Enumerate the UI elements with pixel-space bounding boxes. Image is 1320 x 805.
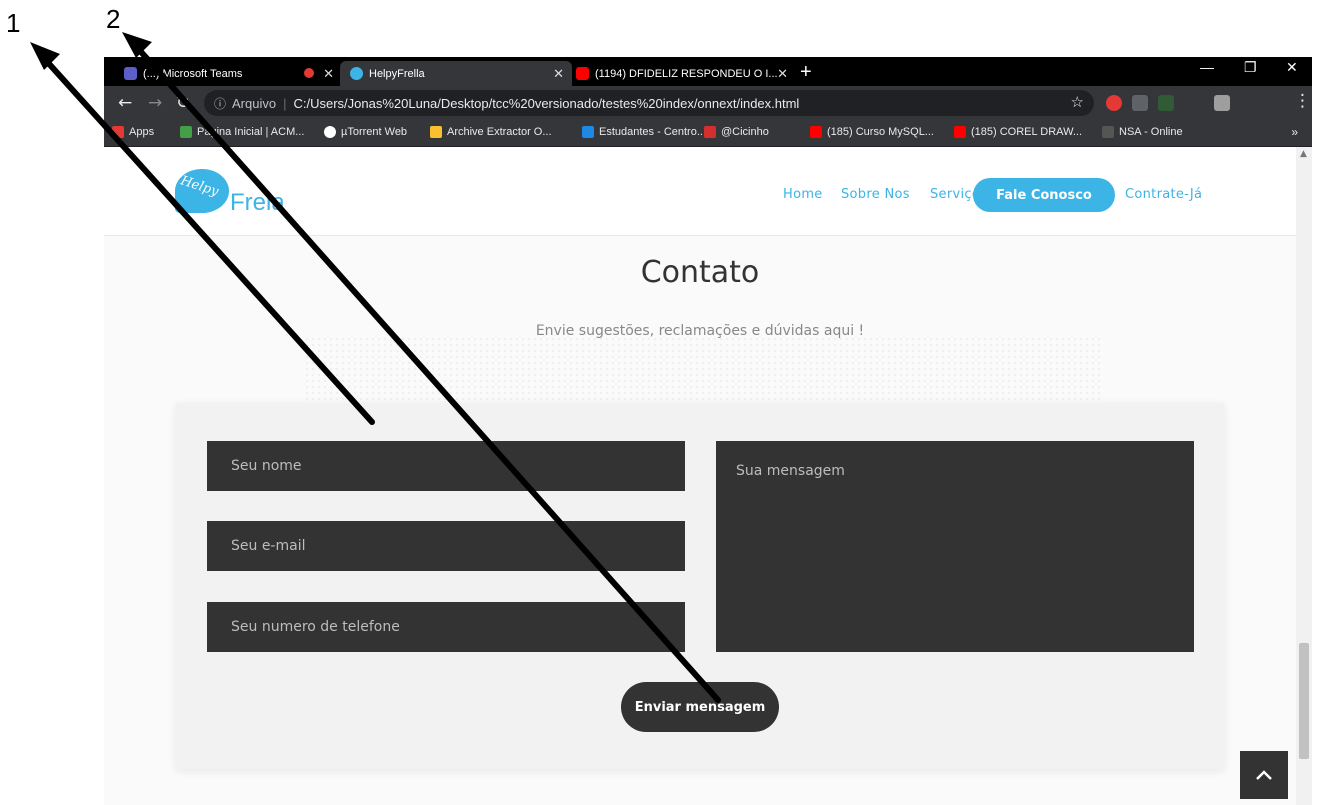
bookmark-label: Estudantes - Centro... [599, 126, 706, 138]
tab-title: (1194) DFIDELIZ RESPONDEU O I... [595, 67, 778, 80]
bookmark-icon [704, 126, 716, 138]
site-header: Helpy Frela Home Sobre Nos Serviços Fale… [104, 147, 1296, 236]
close-icon[interactable]: ✕ [777, 66, 788, 82]
new-tab-button[interactable]: + [800, 61, 812, 84]
forward-arrow-icon[interactable]: → [148, 93, 162, 113]
adblock-extension-icon[interactable] [1106, 95, 1122, 111]
back-arrow-icon[interactable]: ← [118, 93, 132, 113]
annotation-label-1: 1 [6, 8, 21, 38]
bookmark-item[interactable]: Página Inicial | ACM... [180, 126, 304, 138]
divider: | [283, 95, 287, 111]
bookmark-apps[interactable]: Apps [112, 126, 154, 138]
url-text: C:/Users/Jonas%20Luna/Desktop/tcc%20vers… [293, 95, 800, 111]
helpyfrella-favicon-icon [350, 67, 363, 80]
address-bar[interactable]: ⓘ Arquivo | C:/Users/Jonas%20Luna/Deskto… [204, 90, 1094, 116]
bookmark-label: µTorrent Web [341, 126, 408, 138]
nav-sobre-nos[interactable]: Sobre Nos [841, 187, 910, 202]
bookmark-item[interactable]: NSA - Online [1102, 126, 1183, 138]
extension-icon[interactable] [1158, 95, 1174, 111]
bookmark-item[interactable]: (185) Curso MySQL... [810, 126, 934, 138]
close-icon[interactable]: ✕ [553, 66, 564, 82]
name-field[interactable]: Seu nome [207, 441, 685, 491]
archive-icon [430, 126, 442, 138]
bookmarks-overflow-button[interactable]: » [1291, 125, 1298, 139]
close-icon[interactable]: ✕ [323, 66, 334, 82]
contact-form: Seu nome Seu e-mail Seu numero de telefo… [176, 403, 1224, 769]
bookmark-icon [1102, 126, 1114, 138]
bookmark-label: @Cicinho [721, 126, 769, 138]
tab-helpyfrella[interactable]: HelpyFrella ✕ [340, 61, 572, 86]
bookmark-icon [180, 126, 192, 138]
bookmark-item[interactable]: Estudantes - Centro... [582, 126, 706, 138]
browser-toolbar: ← → ↻ ⓘ Arquivo | C:/Users/Jonas%20Luna/… [104, 86, 1312, 120]
tab-youtube[interactable]: (1194) DFIDELIZ RESPONDEU O I... ✕ [566, 61, 796, 86]
menu-dots-icon[interactable]: ⋮ [1294, 91, 1311, 111]
bookmarks-bar: Apps Página Inicial | ACM... µTorrent We… [104, 120, 1312, 147]
message-field[interactable]: Sua mensagem [716, 441, 1194, 652]
reload-icon[interactable]: ↻ [176, 93, 190, 113]
arrow-head-2 [122, 32, 152, 58]
youtube-icon [954, 126, 966, 138]
email-field[interactable]: Seu e-mail [207, 521, 685, 571]
bookmark-item[interactable]: @Cicinho [704, 126, 769, 138]
bookmark-label: NSA - Online [1119, 126, 1183, 138]
submit-button[interactable]: Enviar mensagem [621, 682, 779, 732]
nav-contrate-ja[interactable]: Contrate-Já [1125, 187, 1202, 202]
tab-teams[interactable]: (...) Microsoft Teams ✕ [112, 61, 342, 86]
bookmark-label: (185) COREL DRAW... [971, 126, 1083, 138]
phone-field[interactable]: Seu numero de telefone [207, 602, 685, 652]
bookmark-item[interactable]: (185) COREL DRAW... [954, 126, 1082, 138]
recording-icon [304, 68, 314, 78]
logo-word-text: Frela [230, 189, 285, 216]
scheme-label: Arquivo [232, 95, 277, 111]
tab-strip: (...) Microsoft Teams ✕ HelpyFrella ✕ (1… [104, 57, 1312, 86]
back-to-top-icon[interactable] [1240, 751, 1288, 799]
tab-title: HelpyFrella [369, 67, 425, 80]
close-window-icon[interactable]: ✕ [1286, 59, 1298, 76]
scrollbar-thumb[interactable] [1299, 643, 1309, 759]
info-icon[interactable]: ⓘ [214, 95, 226, 112]
bookmark-label: Archive Extractor O... [447, 126, 552, 138]
profile-avatar-icon[interactable] [1214, 95, 1230, 111]
nav-fale-conosco[interactable]: Fale Conosco [973, 178, 1115, 212]
bookmark-item[interactable]: Archive Extractor O... [430, 126, 552, 138]
minimize-icon[interactable]: — [1200, 59, 1214, 75]
teams-icon [124, 67, 137, 80]
facebook-extension-icon[interactable] [1132, 95, 1148, 111]
bookmark-icon [582, 126, 594, 138]
page-title: Contato [640, 255, 760, 290]
nav-home[interactable]: Home [783, 187, 823, 202]
restore-icon[interactable]: ❐ [1244, 59, 1257, 76]
star-icon[interactable]: ☆ [1071, 93, 1084, 111]
annotation-label-2: 2 [106, 4, 121, 34]
youtube-icon [810, 126, 822, 138]
bookmark-label: (185) Curso MySQL... [827, 126, 934, 138]
bookmark-label: Apps [129, 126, 155, 138]
page-subtitle: Envie sugestões, reclamações e dúvidas a… [535, 323, 865, 339]
bookmark-label: Página Inicial | ACM... [197, 126, 305, 138]
youtube-icon [576, 67, 589, 80]
web-page: Helpy Frela Home Sobre Nos Serviços Fale… [104, 147, 1296, 805]
apps-grid-icon [112, 126, 124, 138]
arrow-head-1 [30, 42, 60, 70]
browser-window: (...) Microsoft Teams ✕ HelpyFrella ✕ (1… [104, 57, 1312, 805]
bookmark-item[interactable]: µTorrent Web [324, 126, 407, 138]
scroll-up-icon[interactable]: ▲ [1300, 149, 1307, 159]
page-scrollbar[interactable]: ▲ [1296, 147, 1312, 805]
utorrent-icon [324, 126, 336, 138]
tab-title: (...) Microsoft Teams [143, 67, 243, 80]
